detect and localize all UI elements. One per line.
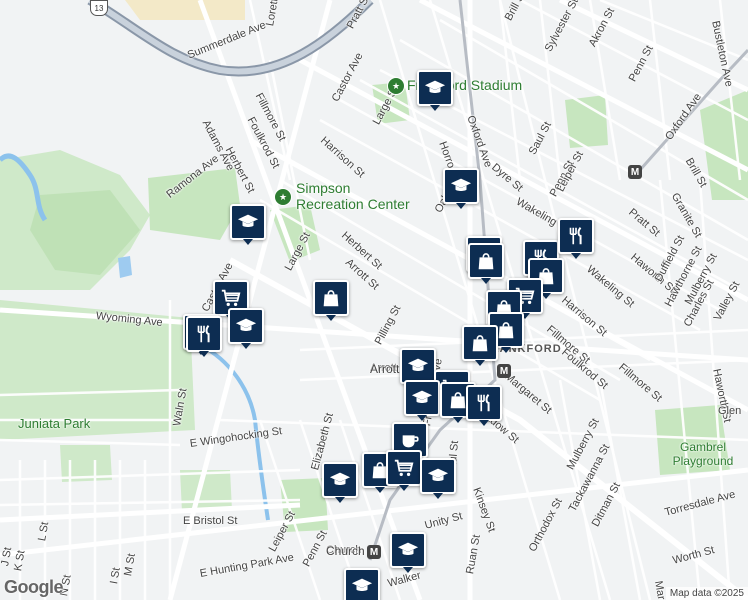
shopping-bag-icon [320,287,342,309]
graduation-cap-icon [427,465,449,487]
metro-station-icon[interactable]: M [628,165,642,179]
school-marker[interactable] [417,70,453,111]
stadium-icon[interactable]: ★ [387,77,405,95]
school-marker[interactable] [443,168,479,209]
map-attribution[interactable]: Map data ©2025 [665,587,748,600]
graduation-cap-icon [351,575,373,597]
grocery-marker[interactable] [386,450,422,491]
shopping-marker[interactable] [462,325,498,366]
park-label-gambrel: Gambrel Playground [672,440,734,468]
map-canvas[interactable]: 13 Summerdale AveLoretto AvePratt StBril… [0,0,748,600]
shopping-cart-icon [393,457,415,479]
shopping-bag-icon [475,250,497,272]
school-marker[interactable] [230,204,266,245]
fork-knife-icon [565,225,587,247]
school-marker[interactable] [390,532,426,573]
school-marker[interactable] [404,380,440,421]
school-marker[interactable] [400,348,436,389]
place-label-simpson-recreation-center[interactable]: Simpson Recreation Center [296,180,416,212]
coffee-cup-icon [399,429,421,451]
restaurant-marker[interactable] [466,385,502,426]
street-label: E Bristol St [183,515,238,527]
metro-station-icon[interactable]: M [367,545,381,559]
school-marker[interactable] [344,568,380,600]
graduation-cap-icon [450,175,472,197]
recreation-center-icon[interactable]: ★ [274,188,292,206]
google-logo[interactable]: Google [4,577,64,598]
school-marker[interactable] [322,462,358,503]
station-label-church: Church [326,544,365,558]
graduation-cap-icon [411,387,433,409]
route-shield-icon: 13 [90,0,108,16]
restaurant-marker[interactable] [558,218,594,259]
shopping-marker[interactable] [468,243,504,284]
graduation-cap-icon [237,211,259,233]
school-marker[interactable] [420,458,456,499]
shopping-cart-icon [220,287,242,309]
shopping-bag-icon [495,319,517,341]
park-label-juniata: Juniata Park [18,416,91,431]
graduation-cap-icon [329,469,351,491]
station-label-arrott: Arrott [370,362,400,376]
restaurant-marker[interactable] [186,316,222,357]
metro-station-icon[interactable]: M [497,364,511,378]
graduation-cap-icon [235,315,257,337]
graduation-cap-icon [397,539,419,561]
route-shield-number: 13 [94,3,104,13]
street-label: Glen [718,405,742,417]
graduation-cap-icon [407,355,429,377]
fork-knife-icon [193,323,215,345]
graduation-cap-icon [424,77,446,99]
fork-knife-icon [473,392,495,414]
school-marker[interactable] [228,308,264,349]
shopping-marker[interactable] [313,280,349,321]
shopping-bag-icon [469,332,491,354]
